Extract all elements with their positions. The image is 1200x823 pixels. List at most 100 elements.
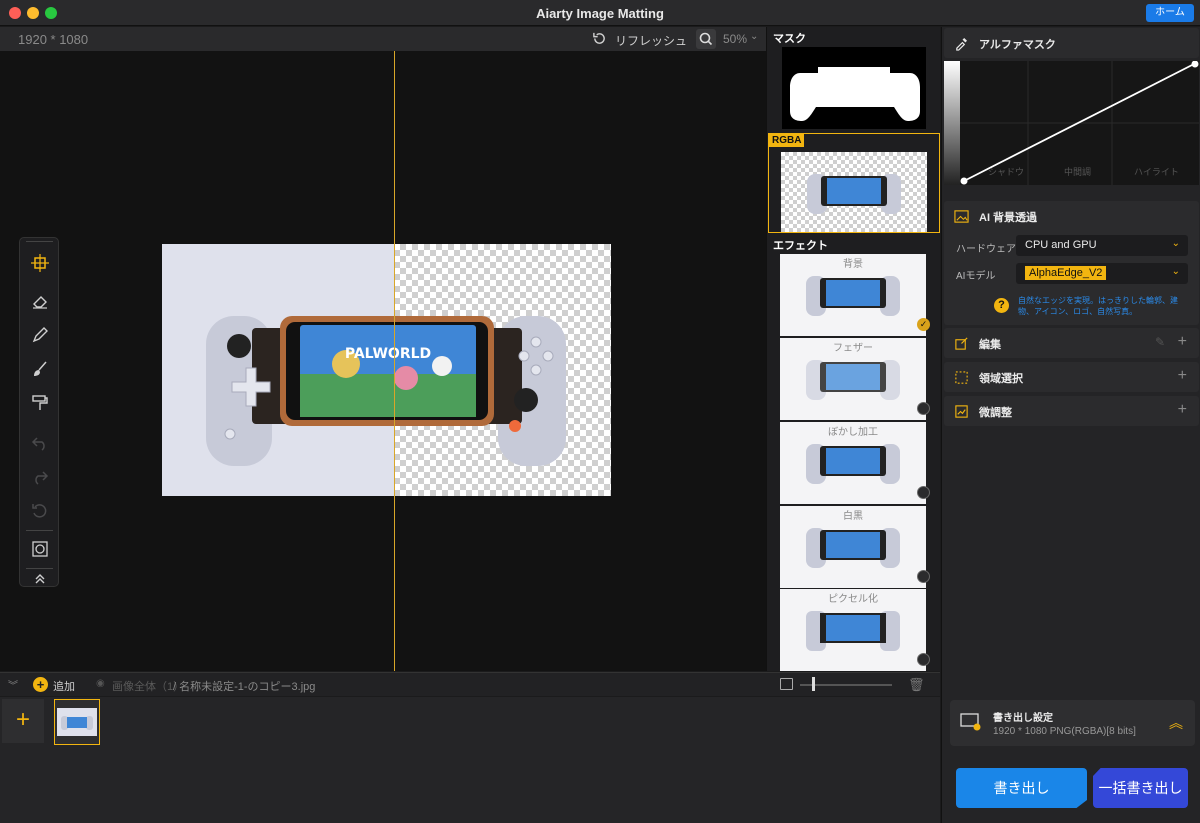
image-canvas[interactable]: PALWORLD	[0, 51, 766, 671]
app-title: Aiarty Image Matting	[536, 6, 664, 21]
fine-tune-section[interactable]: 微調整 +	[944, 396, 1199, 426]
edit-title: 編集	[979, 339, 1001, 351]
plus-icon[interactable]: +	[1178, 401, 1187, 419]
effect-name: 背景	[843, 259, 863, 270]
rgba-label: RGBA	[769, 134, 805, 147]
preview-image: PALWORLD	[162, 244, 611, 496]
export-settings[interactable]: 書き出し設定 1920 * 1080 PNG(RGBA)[8 bits] ︽	[950, 700, 1195, 746]
export-spec: 1920 * 1080 PNG(RGBA)[8 bits]	[993, 726, 1136, 737]
add-image-button[interactable]: 追加	[53, 678, 75, 694]
zoom-search-icon[interactable]	[696, 29, 716, 49]
export-settings-icon	[960, 713, 981, 731]
alpha-curve-editor[interactable]: シャドウ 中間調 ハイライト	[944, 60, 1199, 185]
roller-icon[interactable]	[29, 392, 51, 414]
alpha-mask-header: アルファマスク	[944, 28, 1199, 58]
effect-selected-check[interactable]: ✓	[917, 318, 930, 331]
region-select-title: 領域選択	[979, 373, 1023, 385]
canvas-header: 1920 * 1080 リフレッシュ 50% ⌄	[0, 27, 766, 51]
add-icon[interactable]: +	[33, 677, 48, 692]
preview-panel: マスク RGBA エフェクト 背景 ✓ フェザー ぼかし加工 白黒 ピクセル化	[766, 27, 940, 671]
region-select-section[interactable]: 領域選択 +	[944, 362, 1199, 392]
effect-name: ぼかし加工	[828, 427, 878, 438]
brush-icon[interactable]	[29, 358, 51, 380]
hardware-select[interactable]: CPU and GPU ⌄	[1016, 235, 1188, 256]
eyedropper-icon[interactable]	[954, 36, 969, 51]
ai-background-removal: AI 背景透過 ハードウェア CPU and GPU ⌄ AIモデル Alpha…	[944, 201, 1199, 325]
edit-icon	[955, 337, 968, 350]
mask-thumbnail[interactable]	[782, 47, 926, 129]
visibility-icon[interactable]: ◉	[96, 678, 105, 689]
help-icon[interactable]: ?	[994, 298, 1009, 313]
reset-icon[interactable]	[29, 500, 51, 522]
slider-handle[interactable]	[812, 677, 815, 691]
zoom-level[interactable]: 50%	[723, 32, 747, 46]
title-bar: Aiarty Image Matting ホーム	[0, 0, 1200, 26]
effect-name: 白黒	[843, 511, 863, 522]
undo-icon[interactable]	[29, 432, 51, 454]
eraser-icon[interactable]	[29, 290, 51, 312]
edit-section[interactable]: 編集 ✎ +	[944, 328, 1199, 358]
midtone-label: 中間調	[1064, 167, 1092, 177]
effect-thumbnail: ぼかし加工	[780, 422, 926, 504]
chevron-down-icon[interactable]: ⌄	[750, 31, 758, 42]
trash-icon[interactable]: 🗑	[908, 677, 925, 693]
compare-split-line[interactable]	[394, 51, 395, 671]
plus-icon[interactable]: +	[1178, 333, 1187, 351]
compare-icon[interactable]	[29, 538, 51, 560]
hardware-label: ハードウェア	[956, 244, 1016, 255]
image-size-icon	[780, 678, 793, 690]
image-ai-icon	[954, 210, 969, 223]
add-image-plus-button[interactable]: +	[2, 699, 44, 743]
svg-text:PALWORLD: PALWORLD	[345, 346, 431, 362]
effect-radio[interactable]	[917, 570, 930, 583]
export-button[interactable]: 書き出し	[956, 768, 1087, 808]
collapse-up-icon[interactable]	[29, 570, 51, 586]
pencil-icon[interactable]	[29, 324, 51, 346]
batch-export-button[interactable]: 一括書き出し	[1093, 768, 1188, 808]
plus-icon[interactable]: +	[1178, 367, 1187, 385]
export-settings-title: 書き出し設定	[993, 713, 1053, 724]
image-resolution: 1920 * 1080	[18, 32, 89, 47]
refresh-button[interactable]: リフレッシュ	[615, 32, 687, 49]
rgba-preview[interactable]: RGBA	[768, 133, 940, 233]
collapse-down-icon[interactable]: ︾	[8, 677, 18, 692]
rgba-thumbnail	[781, 152, 927, 232]
effect-radio[interactable]	[917, 486, 930, 499]
filmstrip: +	[0, 697, 940, 823]
ai-title: AI 背景透過	[979, 212, 1038, 224]
image-thumbnail[interactable]	[54, 699, 100, 745]
refresh-icon[interactable]	[592, 31, 607, 46]
home-button[interactable]: ホーム	[1146, 4, 1194, 22]
current-file-path: / 名称未設定-1-のコピー3.jpg	[173, 681, 316, 693]
selection-icon	[955, 371, 968, 384]
effect-thumbnail: ピクセル化	[780, 589, 926, 671]
effect-blur[interactable]: ぼかし加工	[768, 422, 940, 504]
divider	[26, 530, 53, 531]
image-list-bar: ︾ + 追加 ◉ 画像全体（1） / 名称未設定-1-のコピー3.jpg 🗑	[0, 672, 940, 696]
fine-tune-title: 微調整	[979, 407, 1012, 419]
mask-label: マスク	[773, 33, 806, 45]
tool-palette	[19, 237, 59, 587]
expand-up-icon[interactable]: ︽	[1169, 713, 1183, 733]
move-icon[interactable]	[29, 252, 51, 274]
pencil-icon[interactable]: ✎	[1155, 335, 1165, 349]
ai-model-select[interactable]: AlphaEdge_V2 ⌄	[1016, 263, 1188, 284]
fine-tune-icon	[955, 405, 968, 418]
effect-background[interactable]: 背景 ✓	[768, 254, 940, 336]
effect-pixelate[interactable]: ピクセル化	[768, 589, 940, 671]
divider	[26, 241, 53, 242]
thumbnail-preview	[57, 708, 97, 736]
effect-radio[interactable]	[917, 653, 930, 666]
highlight-label: ハイライト	[1134, 167, 1179, 177]
hardware-value: CPU and GPU	[1025, 239, 1097, 251]
effect-monochrome[interactable]: 白黒	[768, 506, 940, 588]
effect-feather[interactable]: フェザー	[768, 338, 940, 420]
redo-icon[interactable]	[29, 466, 51, 488]
model-description: 自然なエッジを実現。はっきりした輪郭、建物、アイコン、ロゴ、自然写真。	[1018, 296, 1178, 316]
effect-name: フェザー	[833, 343, 873, 354]
effects-label: エフェクト	[773, 240, 828, 252]
effect-thumbnail: 白黒	[780, 506, 926, 588]
effect-radio[interactable]	[917, 402, 930, 415]
ai-model-value: AlphaEdge_V2	[1025, 266, 1107, 280]
alpha-mask-title: アルファマスク	[979, 39, 1056, 51]
